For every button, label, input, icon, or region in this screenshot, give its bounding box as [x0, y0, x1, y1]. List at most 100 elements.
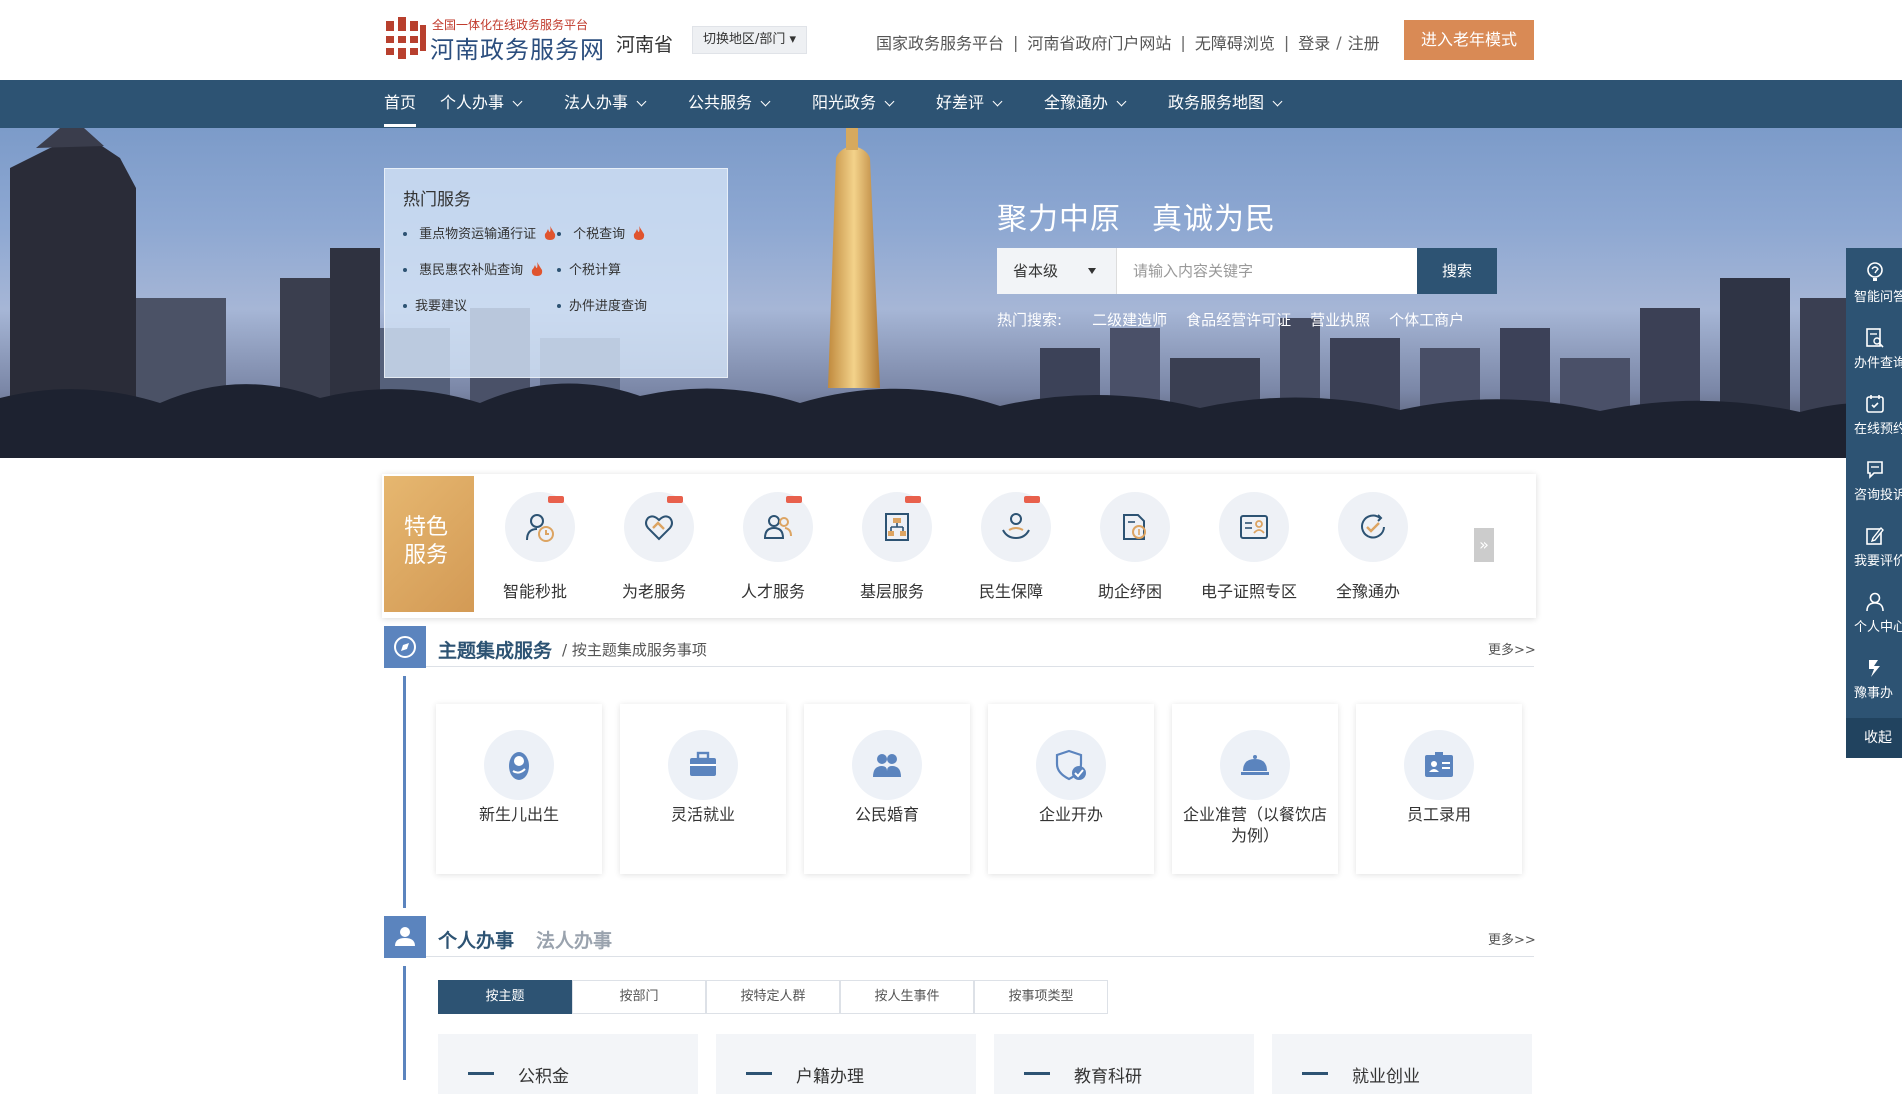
heart-hand-icon — [645, 515, 673, 541]
nav-item-rating[interactable]: 好差评 — [936, 80, 1003, 128]
category-education[interactable]: 教育科研 — [994, 1034, 1254, 1094]
banner-slogan: 聚力中原 真诚为民 — [997, 202, 1276, 237]
tab-legal-affairs[interactable]: 法人办事 — [536, 926, 612, 953]
affairs-more-link[interactable]: 更多>> — [1488, 929, 1536, 948]
link-henan-portal[interactable]: 河南省政府门户网站 — [1027, 30, 1171, 54]
float-label: 办件查询 — [1854, 356, 1902, 371]
nav-label: 个人办事 — [440, 93, 505, 112]
category-employment[interactable]: 就业创业 — [1272, 1034, 1532, 1094]
theme-card-business-permit[interactable]: 企业准营（以餐饮店为例） — [1172, 704, 1338, 874]
theme-card-newborn[interactable]: 新生儿出生 — [436, 704, 602, 874]
hot-keyword[interactable]: 营业执照 — [1310, 309, 1370, 330]
feature-e-license[interactable]: 电子证照专区 — [1194, 488, 1304, 601]
theme-card-label: 灵活就业 — [670, 805, 735, 824]
theme-card-label: 公民婚育 — [854, 805, 919, 824]
float-case-query[interactable]: 办件查询 — [1846, 314, 1902, 376]
nav-label: 全豫通办 — [1044, 93, 1109, 112]
feature-smart-approval[interactable]: 智能秒批 — [480, 488, 590, 601]
site-logo-icon[interactable] — [384, 17, 428, 59]
nav-item-sunshine[interactable]: 阳光政务 — [812, 80, 895, 128]
hot-service-subsidy-query[interactable]: 惠民惠农补贴查询 — [403, 259, 543, 278]
hot-keyword[interactable]: 食品经营许可证 — [1186, 309, 1291, 330]
tab-personal-affairs[interactable]: 个人办事 — [438, 926, 514, 953]
tab-by-group[interactable]: 按特定人群 — [706, 980, 840, 1014]
theme-icon-circle — [484, 730, 554, 800]
featured-next-arrow[interactable]: » — [1474, 528, 1494, 562]
float-smart-qa[interactable]: 智能问答 — [1846, 248, 1902, 310]
hot-service-tax-calc[interactable]: 个税计算 — [557, 259, 621, 278]
compass-icon — [384, 626, 426, 668]
nav-label: 政务服务地图 — [1168, 93, 1265, 112]
site-header: 全国一体化在线政务服务平台 河南政务服务网 河南省 切换地区/部门 ▾ 国家政务… — [0, 0, 1902, 80]
link-national-platform[interactable]: 国家政务服务平台 — [876, 30, 1004, 54]
theme-card-flexible-work[interactable]: 灵活就业 — [620, 704, 786, 874]
flame-icon — [545, 226, 556, 240]
hot-search-label: 热门搜索: — [997, 311, 1063, 329]
nav-label: 阳光政务 — [812, 93, 877, 112]
feature-livelihood[interactable]: 民生保障 — [956, 488, 1066, 601]
hot-service-progress[interactable]: 办件进度查询 — [557, 295, 647, 314]
feature-all-henan[interactable]: 全豫通办 — [1313, 488, 1423, 601]
feature-icon-circle — [1100, 492, 1170, 562]
login-link[interactable]: 登录 — [1298, 30, 1330, 54]
hot-keyword[interactable]: 个体工商户 — [1389, 309, 1464, 330]
nav-item-home[interactable]: 首页 — [384, 80, 416, 128]
feature-elderly-service[interactable]: 为老服务 — [599, 488, 709, 601]
flame-icon — [634, 226, 645, 240]
category-label: 户籍办理 — [796, 1067, 864, 1087]
hand-care-icon — [1002, 513, 1030, 540]
chevron-down-icon — [636, 96, 647, 107]
caret-down-icon — [1088, 268, 1096, 274]
section-timeline — [403, 966, 406, 1080]
float-yushiban[interactable]: 豫事办 — [1846, 644, 1902, 706]
search-input[interactable] — [1117, 248, 1417, 294]
category-household[interactable]: 户籍办理 — [716, 1034, 976, 1094]
feature-grassroots-service[interactable]: 基层服务 — [837, 488, 947, 601]
float-online-booking[interactable]: 在线预约 — [1846, 380, 1902, 442]
hot-service-transport-pass[interactable]: 重点物资运输通行证 — [403, 223, 556, 242]
theme-more-link[interactable]: 更多>> — [1488, 639, 1536, 658]
theme-card-employee-hire[interactable]: 员工录用 — [1356, 704, 1522, 874]
nav-item-all-henan[interactable]: 全豫通办 — [1044, 80, 1127, 128]
new-badge — [1024, 496, 1040, 503]
float-evaluate[interactable]: 我要评价 — [1846, 512, 1902, 574]
site-title[interactable]: 河南政务服务网 — [430, 30, 605, 65]
nav-item-legal[interactable]: 法人办事 — [564, 80, 647, 128]
region-switch-dropdown[interactable]: 切换地区/部门 ▾ — [692, 26, 808, 54]
tab-by-theme[interactable]: 按主题 — [438, 980, 572, 1014]
float-personal-center[interactable]: 个人中心 — [1846, 578, 1902, 640]
category-housing-fund[interactable]: 公积金 — [438, 1034, 698, 1094]
id-card-icon — [1240, 515, 1268, 539]
tab-by-department[interactable]: 按部门 — [572, 980, 706, 1014]
hot-service-suggestion[interactable]: 我要建议 — [403, 295, 467, 314]
tab-by-item-type[interactable]: 按事项类型 — [974, 980, 1108, 1014]
nav-item-public[interactable]: 公共服务 — [688, 80, 771, 128]
feature-business-relief[interactable]: 助企纾困 — [1075, 488, 1185, 601]
link-separator: | — [1283, 32, 1290, 52]
hot-service-label: 个税查询 — [573, 227, 626, 242]
smart-approval-icon — [526, 514, 554, 542]
nav-item-personal[interactable]: 个人办事 — [440, 80, 523, 128]
search-scope-select[interactable]: 省本级 — [997, 248, 1117, 294]
document-coin-icon — [1123, 514, 1146, 540]
nav-label: 首页 — [384, 93, 417, 112]
elder-mode-button[interactable]: 进入老年模式 — [1404, 20, 1534, 60]
float-consult-complaint[interactable]: 咨询投诉 — [1846, 446, 1902, 508]
search-button[interactable]: 搜索 — [1417, 248, 1497, 294]
theme-card-marriage-birth[interactable]: 公民婚育 — [804, 704, 970, 874]
tab-by-life-event[interactable]: 按人生事件 — [840, 980, 974, 1014]
float-collapse-button[interactable]: 收起 — [1846, 718, 1902, 758]
hot-service-label: 惠民惠农补贴查询 — [419, 263, 524, 278]
register-link[interactable]: 注册 — [1348, 30, 1380, 54]
hot-service-tax-query[interactable]: 个税查询 — [557, 223, 645, 242]
feature-icon-circle — [624, 492, 694, 562]
theme-card-business-open[interactable]: 企业开办 — [988, 704, 1154, 874]
hot-keyword[interactable]: 二级建造师 — [1092, 309, 1167, 330]
feature-icon-circle — [1219, 492, 1289, 562]
nav-item-service-map[interactable]: 政务服务地图 — [1168, 80, 1283, 128]
feature-talent-service[interactable]: 人才服务 — [718, 488, 828, 601]
top-links: 国家政务服务平台 | 河南省政府门户网站 | 无障碍浏览 | 登录 / 注册 — [876, 30, 1380, 54]
document-search-icon — [1866, 328, 1884, 348]
link-accessibility[interactable]: 无障碍浏览 — [1195, 30, 1275, 54]
link-separator: | — [1013, 32, 1019, 52]
